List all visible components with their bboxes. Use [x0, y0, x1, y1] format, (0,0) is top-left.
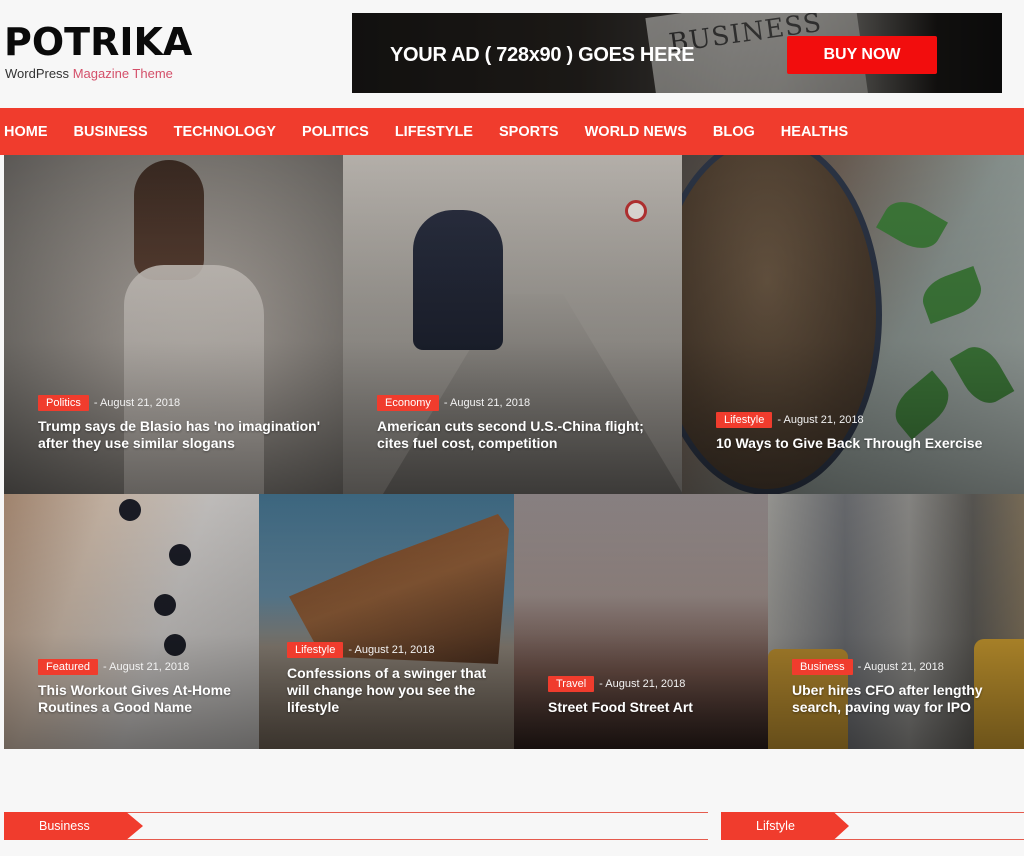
- post-caption: Business August 21, 2018 Uber hires CFO …: [792, 659, 1004, 716]
- post-date: August 21, 2018: [599, 678, 685, 690]
- section-header-lifestyle: Lifstyle: [721, 812, 1024, 840]
- nav-item-politics[interactable]: POLITICS: [302, 124, 369, 140]
- post-title[interactable]: 10 Ways to Give Back Through Exercise: [716, 435, 1004, 452]
- post-date: August 21, 2018: [94, 397, 180, 409]
- nav-item-home[interactable]: HOME: [4, 124, 48, 140]
- post-title[interactable]: Uber hires CFO after lengthy search, pav…: [792, 682, 1004, 716]
- post-caption: Economy August 21, 2018 American cuts se…: [377, 395, 662, 452]
- featured-post[interactable]: Travel August 21, 2018 Street Food Stree…: [514, 494, 768, 749]
- post-title[interactable]: Trump says de Blasio has 'no imagination…: [38, 418, 323, 452]
- section-tab-lifestyle[interactable]: Lifstyle: [721, 812, 849, 840]
- category-badge[interactable]: Featured: [38, 659, 99, 675]
- featured-post[interactable]: Business August 21, 2018 Uber hires CFO …: [768, 494, 1024, 749]
- featured-post[interactable]: Lifestyle August 21, 2018 Confessions of…: [259, 494, 514, 749]
- nav-item-world-news[interactable]: WORLD NEWS: [585, 124, 687, 140]
- post-title[interactable]: Street Food Street Art: [548, 699, 748, 716]
- main-nav: HOME BUSINESS TECHNOLOGY POLITICS LIFEST…: [0, 108, 1024, 155]
- post-date: August 21, 2018: [348, 644, 434, 656]
- post-caption: Lifestyle August 21, 2018 Confessions of…: [287, 642, 494, 716]
- nav-item-lifestyle[interactable]: LIFESTYLE: [395, 124, 473, 140]
- post-title[interactable]: Confessions of a swinger that will chang…: [287, 665, 494, 716]
- nav-item-blog[interactable]: BLOG: [713, 124, 755, 140]
- post-caption: Lifestyle August 21, 2018 10 Ways to Giv…: [716, 412, 1004, 452]
- site-header: POTRIKA WordPress Magazine Theme BUSINES…: [0, 0, 1024, 106]
- featured-post[interactable]: Lifestyle August 21, 2018 10 Ways to Giv…: [682, 155, 1024, 494]
- post-caption: Travel August 21, 2018 Street Food Stree…: [548, 676, 748, 716]
- post-caption: Featured August 21, 2018 This Workout Gi…: [38, 659, 239, 716]
- category-badge[interactable]: Travel: [548, 676, 595, 692]
- featured-post[interactable]: Economy August 21, 2018 American cuts se…: [343, 155, 682, 494]
- featured-post[interactable]: Politics August 21, 2018 Trump says de B…: [4, 155, 343, 494]
- post-date: August 21, 2018: [858, 661, 944, 673]
- tagline-prefix: WordPress: [5, 66, 70, 81]
- ad-banner[interactable]: BUSINESS YOUR AD ( 728x90 ) GOES HERE BU…: [352, 13, 1002, 93]
- featured-post[interactable]: Featured August 21, 2018 This Workout Gi…: [4, 494, 259, 749]
- post-title[interactable]: American cuts second U.S.-China flight; …: [377, 418, 662, 452]
- category-badge[interactable]: Economy: [377, 395, 439, 411]
- post-date: August 21, 2018: [103, 661, 189, 673]
- section-header-business: Business: [4, 812, 708, 840]
- category-badge[interactable]: Business: [792, 659, 853, 675]
- category-badge[interactable]: Lifestyle: [716, 412, 773, 428]
- post-caption: Politics August 21, 2018 Trump says de B…: [38, 395, 323, 452]
- post-date: August 21, 2018: [777, 414, 863, 426]
- logo-title[interactable]: POTRIKA: [4, 22, 192, 62]
- logo-tagline: WordPress Magazine Theme: [5, 66, 192, 81]
- section-tab-business[interactable]: Business: [4, 812, 143, 840]
- nav-item-technology[interactable]: TECHNOLOGY: [174, 124, 276, 140]
- nav-item-healths[interactable]: HEALTHS: [781, 124, 848, 140]
- site-logo[interactable]: POTRIKA WordPress Magazine Theme: [4, 22, 192, 81]
- nav-item-business[interactable]: BUSINESS: [74, 124, 148, 140]
- ad-text: YOUR AD ( 728x90 ) GOES HERE: [390, 44, 695, 66]
- nav-item-sports[interactable]: SPORTS: [499, 124, 559, 140]
- post-title[interactable]: This Workout Gives At-Home Routines a Go…: [38, 682, 239, 716]
- buy-now-button[interactable]: BUY NOW: [787, 36, 937, 74]
- post-date: August 21, 2018: [444, 397, 530, 409]
- tagline-accent: Magazine Theme: [72, 66, 173, 81]
- category-badge[interactable]: Politics: [38, 395, 89, 411]
- category-badge[interactable]: Lifestyle: [287, 642, 344, 658]
